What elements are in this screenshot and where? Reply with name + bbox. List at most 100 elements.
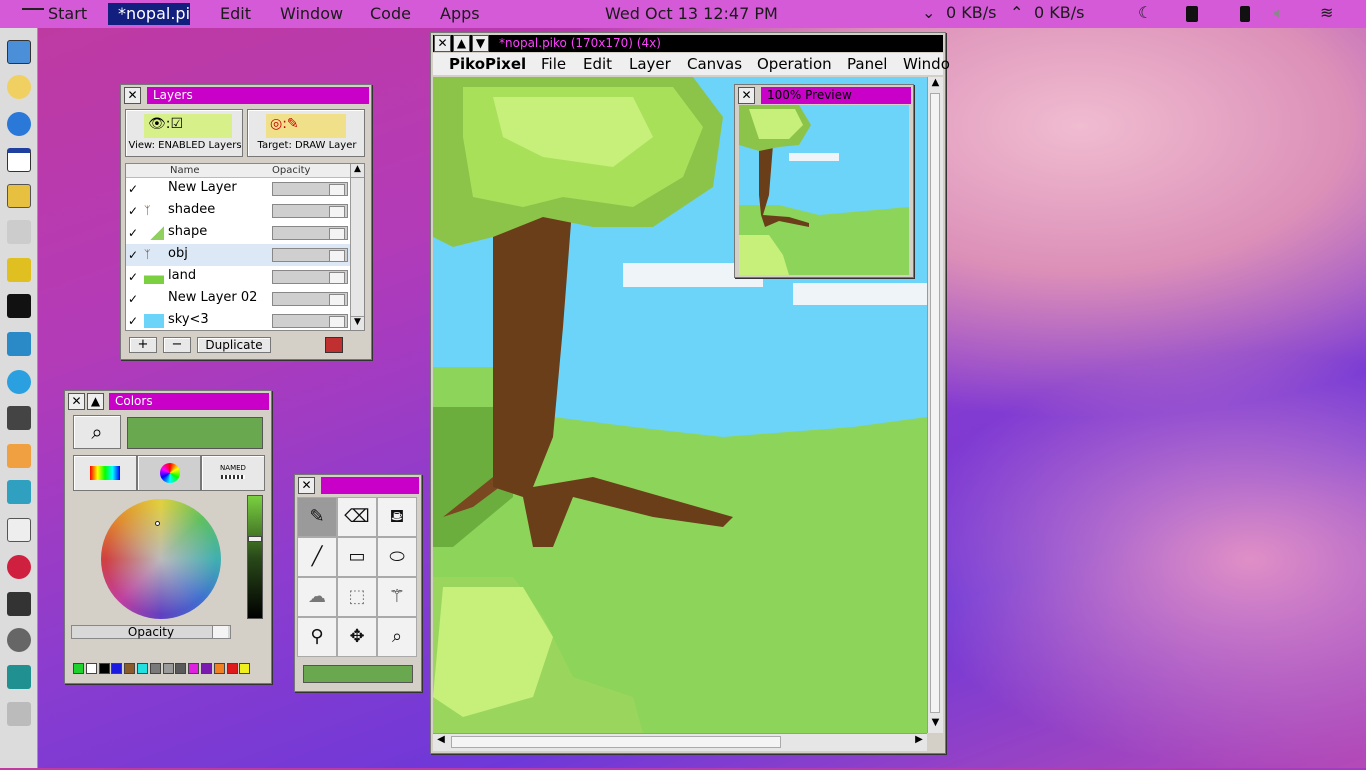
tool-color-swatch[interactable]: [303, 665, 413, 683]
move-tool-icon[interactable]: ✥: [337, 617, 377, 657]
window-zoom-button[interactable]: ▲: [453, 35, 470, 52]
canvas-horizontal-scrollbar[interactable]: ◀ ▶: [433, 733, 927, 751]
window-menu-button[interactable]: ▼: [472, 35, 489, 52]
opacity-slider[interactable]: [272, 248, 348, 262]
active-app-button[interactable]: *nopal.pi...: [108, 3, 190, 25]
layer-row[interactable]: ✓ New Layer 02: [126, 288, 352, 310]
menu-operation[interactable]: Operation: [757, 55, 832, 73]
volume-icon[interactable]: 🔈︎: [1274, 3, 1284, 23]
brightness-knob[interactable]: [248, 536, 262, 542]
color-wheel[interactable]: [101, 499, 221, 619]
view-mode-button[interactable]: 👁︎:☑ View: ENABLED Layers: [125, 109, 243, 157]
color-sliders-tab[interactable]: [73, 455, 137, 491]
lasso-tool-icon[interactable]: ☁: [297, 577, 337, 617]
layer-row[interactable]: ✓ shape: [126, 222, 352, 244]
line-tool-icon[interactable]: ╱: [297, 537, 337, 577]
canvas-vertical-scrollbar[interactable]: ▲ ▼: [927, 77, 943, 733]
start-button[interactable]: Start: [22, 4, 87, 23]
layer-visible-check[interactable]: ✓: [128, 182, 142, 196]
pikopixel-icon[interactable]: [7, 406, 31, 430]
battery-icon[interactable]: [1240, 6, 1250, 22]
tools-close-button[interactable]: ✕: [298, 477, 315, 494]
palette-swatch[interactable]: [175, 663, 187, 674]
remove-layer-button[interactable]: −: [163, 337, 191, 353]
ellipse-tool-icon[interactable]: ⬭: [377, 537, 417, 577]
magic-wand-tool-icon[interactable]: ⚚: [377, 577, 417, 617]
menu-apps[interactable]: Apps: [440, 4, 480, 23]
menu-layer[interactable]: Layer: [629, 55, 671, 73]
colors-collapse-button[interactable]: ▲: [87, 393, 104, 410]
menu-window[interactable]: Window: [280, 4, 343, 23]
archive-icon[interactable]: [7, 258, 31, 282]
palette-swatch[interactable]: [124, 663, 136, 674]
layers-close-button[interactable]: ✕: [124, 87, 141, 104]
layer-visible-check[interactable]: ✓: [128, 292, 142, 306]
duplicate-layer-button[interactable]: Duplicate: [197, 337, 271, 353]
menu-code[interactable]: Code: [370, 4, 411, 23]
opacity-slider[interactable]: [272, 314, 348, 328]
paperclip-icon[interactable]: [7, 220, 31, 244]
layer-visible-check[interactable]: ✓: [128, 204, 142, 218]
opacity-slider[interactable]: [272, 204, 348, 218]
video-editor-icon[interactable]: [7, 444, 31, 468]
desktop-icon[interactable]: [7, 40, 31, 64]
search-icon[interactable]: [7, 75, 31, 99]
layer-row[interactable]: ✓ New Layer: [126, 178, 352, 200]
menu-panel[interactable]: Panel: [847, 55, 887, 73]
palette-swatch[interactable]: [137, 663, 148, 674]
preview-close-button[interactable]: ✕: [738, 87, 755, 104]
menu-edit[interactable]: Edit: [583, 55, 612, 73]
named-colors-tab[interactable]: NAMED: [201, 455, 265, 491]
palette-swatch[interactable]: [149, 663, 161, 674]
layer-row-selected[interactable]: ✓ ᛉ obj: [126, 244, 352, 266]
color-picker-marker[interactable]: [155, 521, 160, 526]
pencil-tool-icon[interactable]: ✎: [297, 497, 337, 537]
palette-swatch[interactable]: [201, 663, 212, 674]
vertical-scroll-thumb[interactable]: [930, 93, 940, 713]
file-manager-icon[interactable]: [7, 184, 31, 208]
browser-icon[interactable]: [7, 112, 31, 136]
opacity-slider[interactable]: [272, 182, 348, 196]
add-layer-button[interactable]: +: [129, 337, 157, 353]
keyboard-icon[interactable]: [7, 332, 31, 356]
layer-visible-check[interactable]: ✓: [128, 248, 142, 262]
eraser-tool-icon[interactable]: ⌫: [337, 497, 377, 537]
clipboard-icon[interactable]: [1186, 6, 1198, 22]
fill-bucket-tool-icon[interactable]: ⛾: [377, 497, 417, 537]
menu-edit[interactable]: Edit: [220, 4, 251, 23]
scroll-up-icon[interactable]: ▲: [928, 77, 943, 93]
monitor-icon[interactable]: [7, 480, 31, 504]
magnifier-icon[interactable]: ⌕: [73, 415, 121, 449]
screen-icon[interactable]: [7, 665, 31, 689]
scroll-right-icon[interactable]: ▶: [911, 734, 927, 750]
palette-swatch[interactable]: [98, 663, 110, 674]
opacity-slider[interactable]: [272, 270, 348, 284]
opacity-slider[interactable]: Opacity: [71, 625, 231, 639]
palette-swatch[interactable]: [111, 663, 123, 674]
scroll-down-icon[interactable]: ▼: [351, 316, 364, 330]
layer-list-scrollbar[interactable]: ▲ ▼: [350, 164, 364, 330]
colors-close-button[interactable]: ✕: [68, 393, 85, 410]
inkscape-icon[interactable]: [7, 592, 31, 616]
palette-icon[interactable]: [7, 555, 31, 579]
opacity-slider[interactable]: [272, 226, 348, 240]
menu-pikopixel[interactable]: PikoPixel: [449, 55, 526, 73]
clock[interactable]: Wed Oct 13 12:47 PM: [605, 4, 778, 23]
rect-select-tool-icon[interactable]: ⬚: [337, 577, 377, 617]
menu-window[interactable]: Windo: [903, 55, 950, 73]
palette-swatch[interactable]: [213, 663, 225, 674]
opacity-knob[interactable]: [212, 626, 228, 638]
palette-swatch[interactable]: [226, 663, 238, 674]
scroll-up-icon[interactable]: ▲: [351, 164, 364, 178]
target-mode-button[interactable]: ◎:✎ Target: DRAW Layer: [247, 109, 365, 157]
scroll-down-icon[interactable]: ▼: [928, 717, 943, 733]
trash-icon[interactable]: [7, 702, 31, 726]
rectangle-tool-icon[interactable]: ▭: [337, 537, 377, 577]
menu-file[interactable]: File: [541, 55, 566, 73]
palette-swatch[interactable]: [162, 663, 174, 674]
palette-swatch[interactable]: [239, 663, 251, 674]
window-icon[interactable]: [7, 148, 31, 172]
palette-swatch[interactable]: [85, 663, 97, 674]
eye-icon[interactable]: [7, 628, 31, 652]
current-color-swatch[interactable]: [127, 417, 263, 449]
